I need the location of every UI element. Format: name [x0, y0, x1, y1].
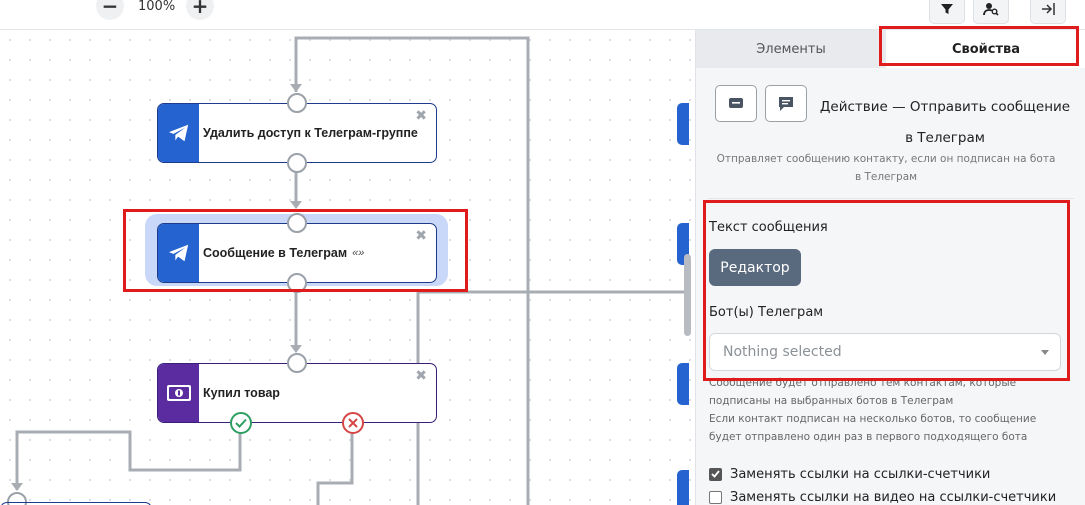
user-search-icon — [983, 3, 999, 16]
bots-note-multiple: Если контакт подписан на несколько ботов… — [709, 413, 1037, 443]
node-icon-box — [158, 364, 199, 422]
close-icon[interactable]: ✖ — [415, 108, 427, 124]
telegram-icon — [168, 124, 188, 142]
checkbox-replace-video-links[interactable]: Заменять ссылки на видео на ссылки-счетч… — [709, 488, 1056, 505]
zoom-in-button[interactable]: + — [186, 0, 214, 20]
arrowhead — [290, 84, 302, 92]
arrowhead — [290, 201, 302, 209]
checkbox-unchecked[interactable] — [709, 490, 722, 504]
node-input-port[interactable] — [287, 353, 307, 373]
divider — [708, 198, 1074, 199]
cross-icon — [348, 418, 358, 428]
highlight-properties-tab — [879, 26, 1079, 66]
node-output-port[interactable] — [287, 153, 307, 173]
tab-elements[interactable]: Элементы — [696, 30, 886, 68]
fail-port[interactable] — [342, 412, 364, 434]
automation-editor: − 100% + Удалить доступ к Телеграм-групп… — [0, 0, 1085, 505]
flow-node-edge[interactable] — [677, 363, 689, 405]
checkbox-replace-links[interactable]: Заменять ссылки на ссылки-счетчики — [709, 465, 990, 483]
connection-success-branch — [15, 430, 242, 490]
checkbox-label: Заменять ссылки на видео на ссылки-счетч… — [730, 489, 1057, 505]
node-input-port[interactable] — [287, 93, 307, 113]
canvas-scrollbar[interactable] — [684, 254, 691, 336]
highlight-message-settings — [703, 200, 1070, 381]
action-description: Отправляет сообщению контакту, если он п… — [716, 153, 1056, 183]
success-port[interactable] — [230, 412, 252, 434]
flow-node-remove-access[interactable]: Удалить доступ к Телеграм-группе ✖ — [157, 93, 437, 173]
check-icon — [235, 418, 247, 428]
comment-icon — [779, 96, 793, 111]
action-title: Действие — Отправить сообщение в Телегра… — [819, 99, 1071, 146]
collapse-panel-button[interactable] — [1030, 0, 1066, 24]
close-icon[interactable]: ✖ — [415, 368, 427, 384]
message-text-button[interactable] — [765, 85, 807, 122]
flow-node-bought-product[interactable]: Купил товар ✖ — [157, 353, 437, 434]
flow-node-edge[interactable] — [677, 470, 689, 505]
check-icon — [711, 470, 720, 478]
filter-icon — [941, 4, 953, 14]
highlight-selected-node — [123, 209, 468, 292]
flow-node-edge[interactable] — [677, 103, 689, 145]
arrowhead — [290, 345, 302, 353]
node-icon-box — [158, 104, 199, 162]
arrowhead — [11, 483, 23, 491]
user-search-button[interactable] — [973, 0, 1009, 24]
message-icon — [729, 97, 743, 108]
connection-fail-branch — [316, 432, 354, 505]
collapse-right-icon — [1042, 3, 1055, 15]
message-type-button[interactable] — [715, 85, 757, 122]
money-icon — [166, 385, 191, 401]
node-title: Удалить доступ к Телеграм-группе — [203, 126, 418, 140]
zoom-out-button[interactable]: − — [96, 0, 124, 20]
filter-button[interactable] — [929, 0, 965, 24]
zoom-level: 100% — [138, 0, 176, 14]
checkbox-checked[interactable] — [709, 467, 722, 481]
checkbox-label: Заменять ссылки на ссылки-счетчики — [730, 466, 991, 482]
